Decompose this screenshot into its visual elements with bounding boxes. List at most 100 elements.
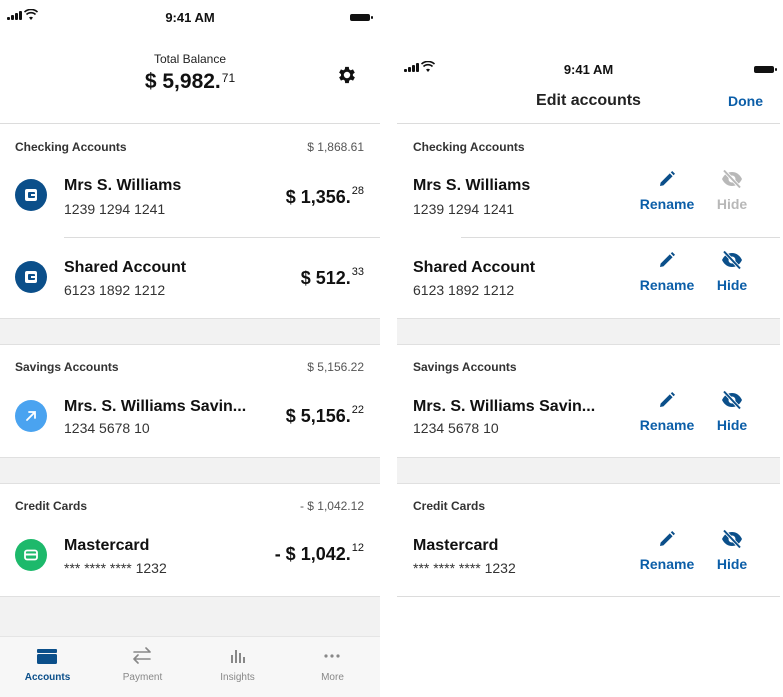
account-row[interactable]: Mrs. S. Williams Savin... 1234 5678 10 $…: [0, 378, 380, 458]
rename-label: Rename: [639, 277, 695, 293]
total-balance-amount: $ 5,982.71: [0, 70, 380, 94]
tab-label: Payment: [122, 672, 163, 683]
status-bar: 9:41 AM: [397, 52, 780, 82]
section-header-checking: Checking Accounts: [397, 124, 780, 154]
edit-accounts-screen: 9:41 AM Edit accounts Done Checking Acco…: [397, 0, 780, 697]
account-row[interactable]: Mastercard *** **** **** 1232 - $ 1,042.…: [0, 517, 380, 597]
edit-account-row: Mastercard *** **** **** 1232 Rename Hid…: [397, 517, 780, 597]
tab-label: Accounts: [24, 672, 71, 683]
edit-account-row: Mrs S. Williams 1239 1294 1241 Rename Hi…: [397, 157, 780, 237]
account-number: 1234 5678 10: [413, 420, 499, 436]
bar-chart-icon: [231, 650, 245, 663]
amount-cents: 12: [351, 542, 364, 554]
rename-button[interactable]: Rename: [637, 390, 697, 436]
hide-label: Hide: [716, 196, 748, 212]
total-balance-cents: 71: [221, 71, 236, 85]
section-header-savings: Savings Accounts $ 5,156.22: [0, 344, 380, 374]
balance-header: 9:41 AM Total Balance $ 5,982.71: [0, 0, 380, 124]
bank-card-icon: [15, 179, 47, 211]
done-button[interactable]: Done: [728, 93, 763, 109]
more-dots-icon: [324, 654, 340, 658]
hide-button[interactable]: Hide: [704, 390, 760, 436]
amount-cents: 33: [351, 266, 364, 278]
section-header-checking: Checking Accounts $ 1,868.61: [0, 124, 380, 154]
status-bar: 9:41 AM: [0, 0, 380, 30]
hide-button[interactable]: Hide: [704, 529, 760, 575]
edit-account-row: Mrs. S. Williams Savin... 1234 5678 10 R…: [397, 378, 780, 458]
account-amount: $ 1,356.28: [285, 185, 364, 208]
section-total: - $ 1,042.12: [299, 499, 364, 513]
rename-button[interactable]: Rename: [637, 529, 697, 575]
tab-accounts[interactable]: Accounts: [0, 637, 95, 697]
rename-label: Rename: [639, 196, 695, 212]
wallet-icon: [37, 649, 57, 664]
arrow-up-right-icon: [15, 400, 47, 432]
amount-main: - $ 1,042.: [274, 544, 351, 564]
credit-card-icon: [15, 539, 47, 571]
tab-insights[interactable]: Insights: [190, 637, 285, 697]
amount-main: $ 1,356.: [285, 187, 351, 207]
total-balance-main: $ 5,982.: [144, 70, 221, 93]
edit-header: 9:41 AM Edit accounts Done: [397, 0, 780, 124]
bank-card-icon: [15, 261, 47, 293]
pencil-icon: [660, 171, 675, 186]
account-number: *** **** **** 1232: [64, 560, 167, 576]
account-number: 1239 1294 1241: [413, 201, 515, 217]
hide-label: Hide: [716, 556, 748, 572]
amount-main: $ 5,156.: [285, 406, 351, 426]
hide-label: Hide: [716, 417, 748, 433]
section-separator: [397, 318, 780, 345]
tab-payment[interactable]: Payment: [95, 637, 190, 697]
section-title: Checking Accounts: [413, 140, 525, 154]
gear-icon[interactable]: [336, 64, 358, 86]
edit-account-row: Shared Account 6123 1892 1212 Rename Hid…: [397, 238, 780, 318]
tab-more[interactable]: More: [285, 637, 380, 697]
account-number: 1234 5678 10: [64, 420, 150, 436]
transfer-arrows-icon: [133, 647, 151, 664]
account-number: 6123 1892 1212: [64, 282, 166, 298]
status-time: 9:41 AM: [165, 10, 215, 25]
section-header-credit: Credit Cards - $ 1,042.12: [0, 483, 380, 513]
pencil-icon: [660, 392, 675, 407]
section-separator: [0, 318, 380, 345]
eye-off-icon: [722, 169, 742, 189]
eye-off-icon: [722, 250, 742, 270]
hide-button[interactable]: Hide: [704, 250, 760, 296]
hide-button[interactable]: Hide: [704, 169, 760, 215]
account-row[interactable]: Mrs S. Williams 1239 1294 1241 $ 1,356.2…: [0, 157, 380, 237]
account-amount: $ 5,156.22: [285, 404, 364, 427]
section-total: $ 5,156.22: [307, 360, 364, 374]
account-row[interactable]: Shared Account 6123 1892 1212 $ 512.33: [0, 238, 380, 318]
section-header-savings: Savings Accounts: [397, 344, 780, 374]
section-title: Credit Cards: [413, 499, 486, 513]
account-name: Mastercard: [413, 537, 499, 554]
rename-label: Rename: [639, 417, 695, 433]
amount-cents: 28: [351, 185, 364, 197]
account-amount: $ 512.33: [301, 266, 364, 289]
account-number: 6123 1892 1212: [413, 282, 515, 298]
rename-label: Rename: [639, 556, 695, 572]
account-name: Mrs S. Williams: [413, 177, 531, 194]
accounts-screen: 9:41 AM Total Balance $ 5,982.71 Checkin…: [0, 0, 380, 697]
account-name: Shared Account: [64, 259, 187, 276]
account-amount: - $ 1,042.12: [274, 542, 364, 565]
account-name: Mastercard: [64, 537, 150, 554]
tab-label: Insights: [220, 672, 255, 683]
total-balance-label: Total Balance: [153, 52, 227, 66]
amount-cents: 22: [351, 404, 364, 416]
eye-off-icon: [722, 390, 742, 410]
section-separator: [0, 596, 380, 637]
page-title: Edit accounts: [536, 92, 641, 109]
rename-button[interactable]: Rename: [637, 169, 697, 215]
battery-icon: [350, 14, 373, 21]
section-title: Checking Accounts: [15, 140, 127, 154]
tab-label: More: [321, 672, 344, 683]
status-time: 9:41 AM: [563, 62, 614, 77]
account-number: *** **** **** 1232: [413, 560, 516, 576]
section-separator: [397, 457, 780, 484]
account-name: Mrs. S. Williams Savin...: [64, 398, 247, 415]
eye-off-icon: [722, 529, 742, 549]
section-separator: [0, 457, 380, 484]
battery-icon: [754, 66, 777, 73]
rename-button[interactable]: Rename: [637, 250, 697, 296]
